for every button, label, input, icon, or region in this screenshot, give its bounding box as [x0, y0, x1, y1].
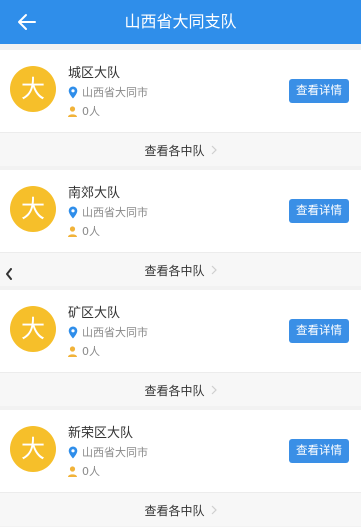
chevron-right-icon	[211, 385, 217, 395]
view-details-button[interactable]: 查看详情	[289, 439, 349, 463]
chevron-right-icon	[211, 145, 217, 155]
unit-location: 山西省大同市	[68, 85, 148, 99]
unit-name: 新荣区大队	[68, 426, 134, 441]
unit-name: 矿区大队	[68, 306, 121, 321]
count-text: 0人	[82, 465, 100, 478]
count-text: 0人	[82, 345, 100, 358]
location-text: 山西省大同市	[82, 446, 148, 459]
view-squads-link[interactable]: 查看各中队	[0, 132, 361, 166]
view-squads-row: 查看各中队	[0, 253, 361, 287]
location-text: 山西省大同市	[82, 86, 148, 99]
map-pin-icon	[68, 446, 78, 458]
unit-card: 大 南郊大队 山西省大同市 0人 查看详情	[0, 170, 361, 252]
view-details-button[interactable]: 查看详情	[289, 199, 349, 223]
person-icon	[68, 465, 77, 477]
unit-item: 大 矿区大队 山西省大同市 0人 查看详情 查看各中队	[0, 290, 361, 406]
unit-location: 山西省大同市	[68, 445, 148, 459]
view-squads-link[interactable]: 查看各中队	[0, 492, 361, 526]
unit-item: 大 城区大队 山西省大同市 0人 查看详情 查看各中队	[0, 50, 361, 166]
view-squads-label: 查看各中队	[144, 383, 205, 398]
map-pin-icon	[68, 326, 78, 338]
unit-card: 大 城区大队 山西省大同市 0人 查看详情	[0, 50, 361, 132]
unit-card: 大 新荣区大队 山西省大同市 0人 查看详情	[0, 410, 361, 492]
view-squads-link[interactable]: 查看各中队	[0, 252, 361, 286]
person-icon	[68, 225, 77, 237]
chevron-right-icon	[211, 265, 217, 275]
member-count: 0人	[68, 464, 100, 478]
map-pin-icon	[68, 206, 78, 218]
app-header: 山西省大同支队	[0, 0, 361, 44]
side-drawer-handle[interactable]	[0, 264, 18, 284]
view-squads-row: 查看各中队	[0, 373, 361, 407]
view-squads-row: 查看各中队	[0, 493, 361, 527]
member-count: 0人	[68, 104, 100, 118]
map-pin-icon	[68, 86, 78, 98]
unit-location: 山西省大同市	[68, 325, 148, 339]
unit-card: 大 矿区大队 山西省大同市 0人 查看详情	[0, 290, 361, 372]
chevron-left-icon	[6, 268, 12, 280]
unit-item: 大 南郊大队 山西省大同市 0人 查看详情 查看各中队	[0, 170, 361, 286]
location-text: 山西省大同市	[82, 206, 148, 219]
count-text: 0人	[82, 105, 100, 118]
member-count: 0人	[68, 224, 100, 238]
person-icon	[68, 345, 77, 357]
unit-name: 南郊大队	[68, 186, 121, 201]
avatar: 大	[10, 186, 56, 232]
view-details-button[interactable]: 查看详情	[289, 79, 349, 103]
chevron-right-icon	[211, 505, 217, 515]
page-title: 山西省大同支队	[124, 12, 237, 31]
avatar: 大	[10, 426, 56, 472]
avatar: 大	[10, 66, 56, 112]
person-icon	[68, 105, 77, 117]
view-details-button[interactable]: 查看详情	[289, 319, 349, 343]
view-squads-row: 查看各中队	[0, 133, 361, 167]
avatar: 大	[10, 306, 56, 352]
unit-location: 山西省大同市	[68, 205, 148, 219]
view-squads-link[interactable]: 查看各中队	[0, 372, 361, 406]
view-squads-label: 查看各中队	[144, 143, 205, 158]
member-count: 0人	[68, 344, 100, 358]
view-squads-label: 查看各中队	[144, 263, 205, 278]
unit-item: 大 新荣区大队 山西省大同市 0人 查看详情 查看各中队	[0, 410, 361, 526]
unit-name: 城区大队	[68, 66, 121, 81]
location-text: 山西省大同市	[82, 326, 148, 339]
count-text: 0人	[82, 225, 100, 238]
view-squads-label: 查看各中队	[144, 503, 205, 518]
